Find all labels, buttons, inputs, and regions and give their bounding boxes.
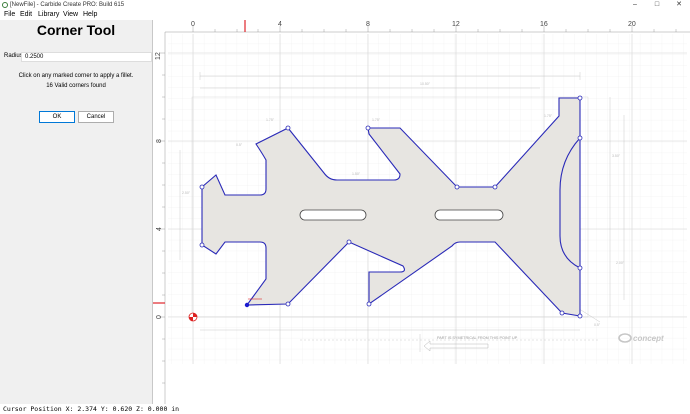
corners-found-text: 16 Valid corners found [46, 83, 106, 89]
svg-text:concept: concept [633, 334, 664, 343]
left-ruler [153, 32, 165, 404]
svg-text:0.5": 0.5" [236, 143, 243, 147]
left-ruler-label: 0 [156, 315, 163, 319]
svg-text:3.50": 3.50" [612, 154, 621, 158]
svg-text:1.75": 1.75" [372, 118, 381, 122]
corner-marker [577, 313, 583, 319]
left-ruler-label: 12 [155, 52, 162, 60]
corner-marker [492, 184, 498, 190]
top-ruler-label: 4 [278, 21, 282, 28]
symmetry-note: PART IS SYMETRICAL FROM THIS POINT UP [437, 336, 518, 340]
left-slot[interactable] [299, 209, 367, 221]
top-ruler-label: 20 [628, 21, 636, 28]
minimize-icon[interactable]: – [624, 0, 646, 10]
corner-marker [365, 125, 371, 131]
corner-marker [199, 184, 205, 190]
menu-view[interactable]: View [63, 10, 78, 20]
panel-title: Corner Tool [36, 22, 116, 38]
status-bar: Cursor Position X: 2.374 Y: 0.620 Z: 0.0… [0, 404, 690, 414]
corner-marker [577, 265, 583, 271]
corner-marker [199, 242, 205, 248]
window-titlebar: [NewFile] - Carbide Create PRO: Build 61… [0, 0, 690, 10]
cancel-button[interactable]: Cancel [78, 111, 114, 123]
svg-text:10.50": 10.50" [420, 82, 431, 86]
corner-tool-panel: Corner Tool Radius 0.2500 Click on any m… [0, 20, 153, 404]
svg-text:2.50": 2.50" [182, 191, 191, 195]
origin-icon [188, 312, 198, 322]
maximize-icon[interactable]: □ [646, 0, 668, 10]
svg-text:1.75": 1.75" [544, 114, 553, 118]
ok-button[interactable]: OK [39, 111, 75, 123]
menu-help[interactable]: Help [83, 10, 97, 20]
svg-text:0.5": 0.5" [594, 323, 601, 327]
top-ruler-label: 16 [540, 21, 548, 28]
corner-marker [346, 239, 352, 245]
corner-marker [285, 301, 291, 307]
menu-file[interactable]: File [4, 10, 15, 20]
svg-text:1.75": 1.75" [266, 118, 275, 122]
design-canvas[interactable]: 0 4 8 12 16 20 12 8 4 0 0.5" 1.75" 1.50"… [153, 20, 690, 404]
top-ruler-label: 0 [191, 21, 195, 28]
right-slot[interactable] [434, 209, 504, 221]
app-icon [2, 2, 8, 8]
svg-text:1.50": 1.50" [352, 172, 361, 176]
top-ruler [165, 20, 690, 32]
close-icon[interactable]: ✕ [668, 0, 690, 10]
left-ruler-label: 4 [156, 227, 163, 231]
corner-marker [366, 301, 372, 307]
svg-text:2.00": 2.00" [616, 261, 625, 265]
radius-input[interactable]: 0.2500 [21, 52, 152, 62]
selected-corner[interactable] [244, 302, 250, 308]
corner-marker [577, 95, 583, 101]
corner-marker [285, 125, 291, 131]
instruction-text: Click on any marked corner to apply a fi… [18, 73, 134, 79]
left-ruler-label: 8 [156, 139, 163, 143]
window-title: [NewFile] - Carbide Create PRO: Build 61… [10, 2, 125, 8]
top-ruler-label: 8 [366, 21, 370, 28]
top-ruler-label: 12 [452, 21, 460, 28]
corner-marker [559, 310, 565, 316]
radius-label: Radius [4, 53, 23, 59]
menu-bar: File Edit Library View Help [0, 10, 690, 20]
menu-edit[interactable]: Edit [20, 10, 32, 20]
corner-marker [454, 184, 460, 190]
corner-marker [577, 135, 583, 141]
menu-library[interactable]: Library [38, 10, 59, 20]
